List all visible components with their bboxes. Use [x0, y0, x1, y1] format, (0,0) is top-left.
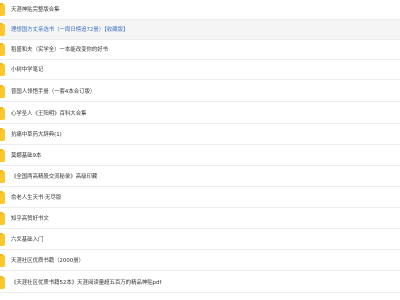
folder-icon [0, 212, 5, 225]
folder-name: 《天涯社区优质书籍52本》天涯阅读量超五百万的精品神贴pdf [11, 280, 162, 286]
folder-icon [0, 43, 5, 56]
folder-icon [0, 63, 5, 76]
folder-name: 天涯社区优质书籍（2000册） [11, 258, 85, 264]
folder-name: 曾国人领悟手册（一套4本合订版） [11, 89, 96, 95]
folder-icon [0, 128, 5, 141]
folder-row[interactable]: 稻盛和夫（实学全）一本能改变你的好书 [0, 40, 400, 60]
folder-row[interactable]: 《全国两高精股交流秘录》高级印藏 [0, 167, 400, 187]
folder-icon [0, 254, 5, 267]
folder-icon [0, 23, 5, 36]
folder-row[interactable]: 莫娜基础9本 [0, 146, 400, 166]
folder-row[interactable]: 六爻基础入门 [0, 230, 400, 250]
folder-icon [0, 233, 5, 246]
folder-row[interactable]: 曾国人领悟手册（一套4本合订版） [0, 82, 400, 102]
folder-row[interactable]: 《天涯社区优质书籍52本》天涯阅读量超五百万的精品神贴pdf [0, 273, 400, 293]
folder-icon [0, 3, 5, 16]
folder-name: 心学圣人《王阳明》百科大合集 [11, 111, 87, 117]
folder-name: 天涯神贴完整版合集 [11, 7, 60, 13]
folder-name: 稻盛和夫（实学全）一本能改变你的好书 [11, 47, 109, 53]
folder-name: 抗痛中草药大辞典(1) [11, 132, 62, 138]
folder-name: 俞老人生天书·无尽版 [11, 195, 62, 201]
folder-row[interactable]: 抗痛中草药大辞典(1) [0, 125, 400, 145]
folder-row[interactable]: 理想国方丈亲选书（一周日榜追72册）【收藏版】 [0, 20, 400, 40]
folder-icon [0, 276, 5, 289]
folder-name: 理想国方丈亲选书（一周日榜追72册）【收藏版】 [11, 27, 129, 33]
folder-icon [0, 170, 5, 183]
file-list: 天涯神贴完整版合集 理想国方丈亲选书（一周日榜追72册）【收藏版】 稻盛和夫（实… [0, 0, 400, 300]
folder-row[interactable]: 天涯神贴完整版合集 [0, 0, 400, 20]
folder-icon [0, 149, 5, 162]
folder-name: 《全国两高精股交流秘录》高级印藏 [11, 174, 98, 180]
folder-name: 莫娜基础9本 [11, 153, 42, 159]
folder-icon [0, 107, 5, 120]
folder-name: 知乎高赞好书文 [11, 216, 49, 222]
folder-row[interactable]: 天涯社区优质书籍（2000册） [0, 251, 400, 271]
folder-row[interactable]: 知乎高赞好书文 [0, 209, 400, 229]
folder-icon [0, 191, 5, 204]
folder-name: 六爻基础入门 [11, 237, 44, 243]
folder-row[interactable]: 小树中学笔记 [0, 60, 400, 80]
folder-row[interactable]: 心学圣人《王阳明》百科大合集 [0, 104, 400, 124]
folder-name: 小树中学笔记 [11, 67, 44, 73]
folder-icon [0, 85, 5, 98]
folder-row[interactable]: 俞老人生天书·无尽版 [0, 188, 400, 208]
